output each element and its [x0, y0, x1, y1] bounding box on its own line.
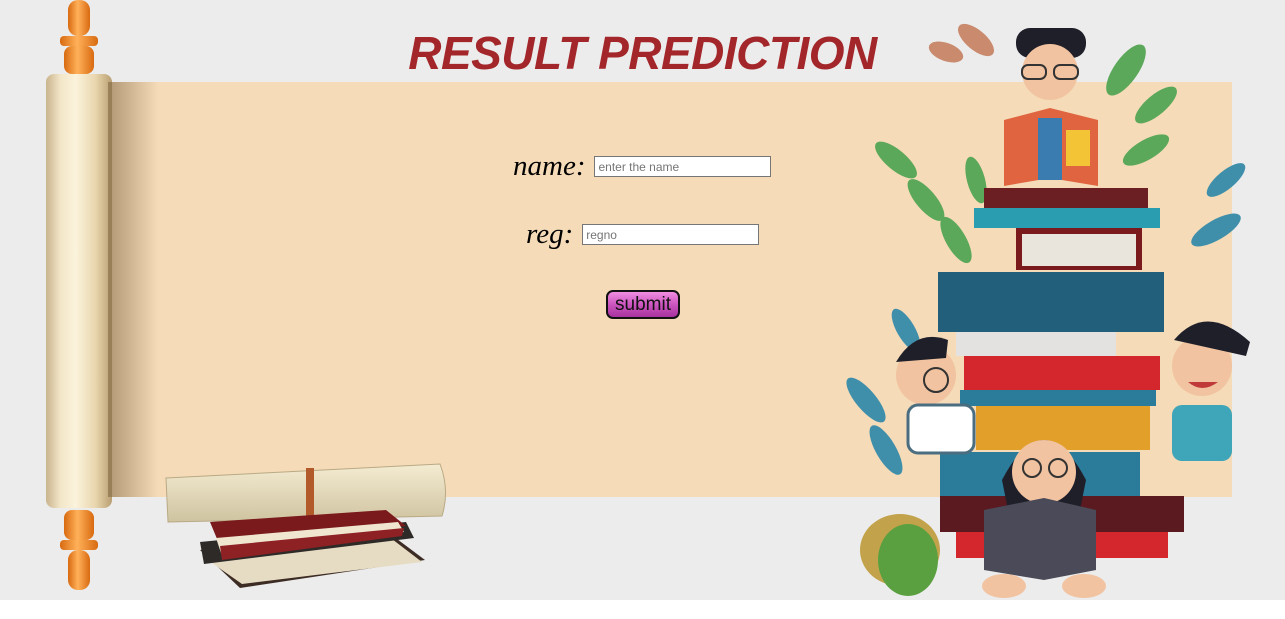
reg-input[interactable] [582, 224, 760, 245]
name-label: name: [513, 150, 586, 182]
page-background: RESULT PREDICTION name: reg: submit [0, 0, 1285, 600]
reg-label: reg: [526, 218, 574, 250]
name-row: name: [513, 150, 772, 183]
children-reading-illustration-icon [846, 23, 1250, 598]
scroll-roll-left [46, 74, 112, 508]
name-input[interactable] [594, 156, 772, 177]
scroll-knob-bottom-icon [60, 510, 98, 590]
submit-button[interactable]: submit [606, 290, 680, 319]
book-stack-icon [165, 463, 446, 588]
reg-row: reg: [526, 218, 760, 251]
scroll-roll-shadow [108, 82, 158, 497]
